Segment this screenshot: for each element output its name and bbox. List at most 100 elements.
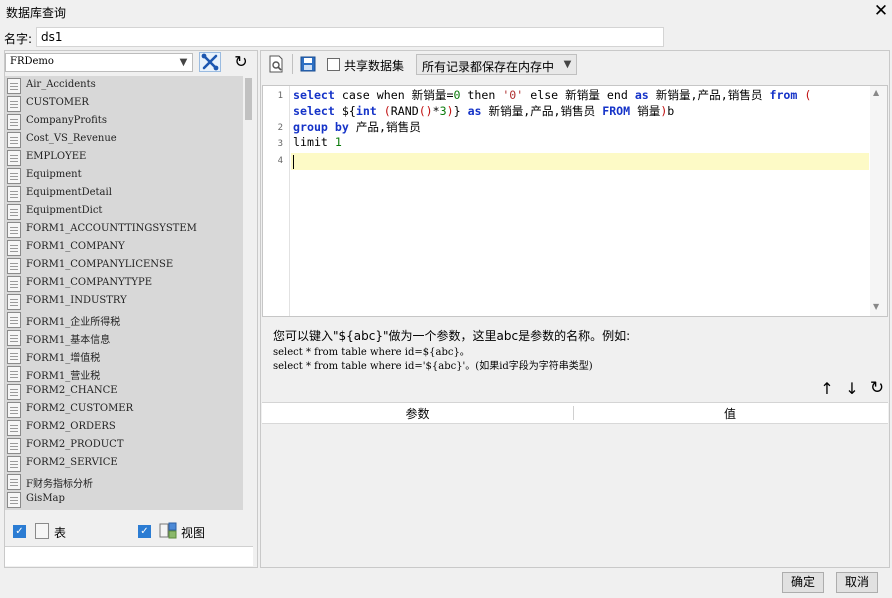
table-icon: [7, 330, 21, 346]
code-line[interactable]: select case when 新销量=0 then '0' else 新销量…: [293, 87, 811, 103]
table-icon: [7, 456, 21, 472]
chevron-down-icon[interactable]: ▼: [559, 55, 576, 74]
table-list-item[interactable]: FORM1_ACCOUNTTINGSYSTEM: [5, 221, 243, 239]
connection-settings-button[interactable]: [199, 52, 221, 72]
cancel-button[interactable]: 取消: [836, 572, 878, 593]
table-name: FORM1_营业税: [26, 371, 101, 382]
table-name: FORM2_ORDERS: [26, 421, 116, 432]
table-icon: [7, 222, 21, 238]
table-list-item[interactable]: FORM1_COMPANYTYPE: [5, 275, 243, 293]
table-name: FORM1_INDUSTRY: [26, 295, 127, 306]
table-list-item[interactable]: EMPLOYEE: [5, 149, 243, 167]
scrollbar-thumb[interactable]: [245, 78, 252, 120]
ok-button[interactable]: 确定: [782, 572, 824, 593]
table-list-item[interactable]: FORM1_COMPANY: [5, 239, 243, 257]
parameters-table[interactable]: [262, 402, 888, 566]
preview-icon[interactable]: [268, 55, 284, 73]
table-list-item[interactable]: FORM1_基本信息: [5, 329, 243, 347]
refresh-icon: ↻: [234, 52, 248, 71]
table-list[interactable]: Air_Accidents CUSTOMER CompanyProfits Cost_…: [5, 76, 243, 510]
move-up-arrow-icon[interactable]: ↑: [818, 379, 836, 398]
table-icon: [7, 186, 21, 202]
chevron-down-icon[interactable]: ▼: [175, 54, 192, 71]
line-number-gutter: [263, 86, 290, 316]
table-filter-box[interactable]: [5, 546, 253, 566]
show-views-label: 视图: [181, 526, 206, 540]
table-name: GisMap: [26, 493, 65, 504]
code-line[interactable]: limit 1: [293, 135, 342, 149]
title-bar: [0, 0, 892, 24]
table-icon: [7, 366, 21, 382]
move-down-arrow-icon[interactable]: ↓: [843, 379, 861, 398]
table-list-item[interactable]: Equipment: [5, 167, 243, 185]
table-icon: [7, 204, 21, 220]
table-name: FORM2_CUSTOMER: [26, 403, 134, 414]
parameter-example-2: select * from table where id='${abc}'。(如…: [273, 361, 593, 372]
save-icon[interactable]: [300, 56, 316, 72]
table-icon: [7, 78, 21, 94]
table-list-item[interactable]: EquipmentDict: [5, 203, 243, 221]
table-list-item[interactable]: FORM2_CHANCE: [5, 383, 243, 401]
show-views-checkbox[interactable]: ✓: [138, 525, 151, 538]
table-name: FORM1_企业所得税: [26, 317, 121, 328]
scroll-down-icon[interactable]: ▼: [873, 302, 879, 311]
show-tables-checkbox[interactable]: ✓: [13, 525, 26, 538]
table-name: FORM1_COMPANY: [26, 241, 125, 252]
tools-icon: [201, 53, 219, 71]
code-line[interactable]: select ${int (RAND()*3)} as 新销量,产品,销售员 F…: [293, 103, 674, 119]
table-icon: [7, 294, 21, 310]
table-name: CUSTOMER: [26, 97, 89, 108]
table-list-item[interactable]: CompanyProfits: [5, 113, 243, 131]
table-list-item[interactable]: Cost_VS_Revenue: [5, 131, 243, 149]
table-icon: [7, 132, 21, 148]
table-list-item[interactable]: FORM2_ORDERS: [5, 419, 243, 437]
table-list-item[interactable]: FORM1_增值税: [5, 347, 243, 365]
table-name: FORM1_COMPANYLICENSE: [26, 259, 174, 270]
close-icon[interactable]: ✕: [872, 1, 890, 21]
column-header-value: 值: [723, 407, 736, 421]
database-select[interactable]: FRDemo: [5, 53, 193, 72]
table-icon: [7, 150, 21, 166]
table-name: FORM2_SERVICE: [26, 457, 118, 468]
table-name: Air_Accidents: [26, 79, 96, 90]
line-number: 4: [277, 156, 283, 166]
table-list-item[interactable]: FORM2_SERVICE: [5, 455, 243, 473]
memory-mode-select[interactable]: 所有记录都保存在内存中: [416, 54, 577, 75]
table-icon: [7, 438, 21, 454]
editor-scrollbar[interactable]: [870, 86, 887, 316]
refresh-params-icon[interactable]: ↻: [868, 378, 886, 398]
table-list-item[interactable]: FORM1_企业所得税: [5, 311, 243, 329]
table-list-scrollbar[interactable]: [243, 76, 254, 510]
table-name: EquipmentDict: [26, 205, 103, 216]
table-list-item[interactable]: GisMap: [5, 491, 243, 509]
name-label: 名字:: [4, 32, 33, 46]
table-list-item[interactable]: F财务指标分析: [5, 473, 243, 491]
table-list-item[interactable]: EquipmentDetail: [5, 185, 243, 203]
table-name: Equipment: [26, 169, 82, 180]
column-header-param: 参数: [405, 407, 430, 421]
table-name: FORM2_CHANCE: [26, 385, 118, 396]
table-name: FORM1_ACCOUNTTINGSYSTEM: [26, 223, 197, 234]
table-list-item[interactable]: FORM2_CUSTOMER: [5, 401, 243, 419]
table-icon: [7, 312, 21, 328]
table-icon: [7, 402, 21, 418]
table-name: F财务指标分析: [26, 479, 93, 490]
table-list-item[interactable]: FORM2_PRODUCT: [5, 437, 243, 455]
name-input[interactable]: [36, 27, 664, 47]
table-name: EMPLOYEE: [26, 151, 87, 162]
table-name: FORM1_增值税: [26, 353, 101, 364]
table-list-item[interactable]: Air_Accidents: [5, 77, 243, 95]
table-icon: [7, 474, 21, 490]
scroll-up-icon[interactable]: ▲: [873, 88, 879, 97]
table-name: FORM1_基本信息: [26, 335, 111, 346]
table-list-item[interactable]: FORM1_营业税: [5, 365, 243, 383]
refresh-tables-button[interactable]: ↻: [230, 52, 252, 72]
share-dataset-checkbox[interactable]: [327, 58, 340, 71]
table-icon: [7, 168, 21, 184]
parameter-hint: 您可以键入"${abc}"做为一个参数，这里abc是参数的名称。例如:: [273, 329, 631, 343]
table-list-item[interactable]: FORM1_COMPANYLICENSE: [5, 257, 243, 275]
table-name: FORM2_PRODUCT: [26, 439, 124, 450]
table-list-item[interactable]: CUSTOMER: [5, 95, 243, 113]
code-line[interactable]: group by 产品,销售员: [293, 119, 421, 135]
table-list-item[interactable]: FORM1_INDUSTRY: [5, 293, 243, 311]
